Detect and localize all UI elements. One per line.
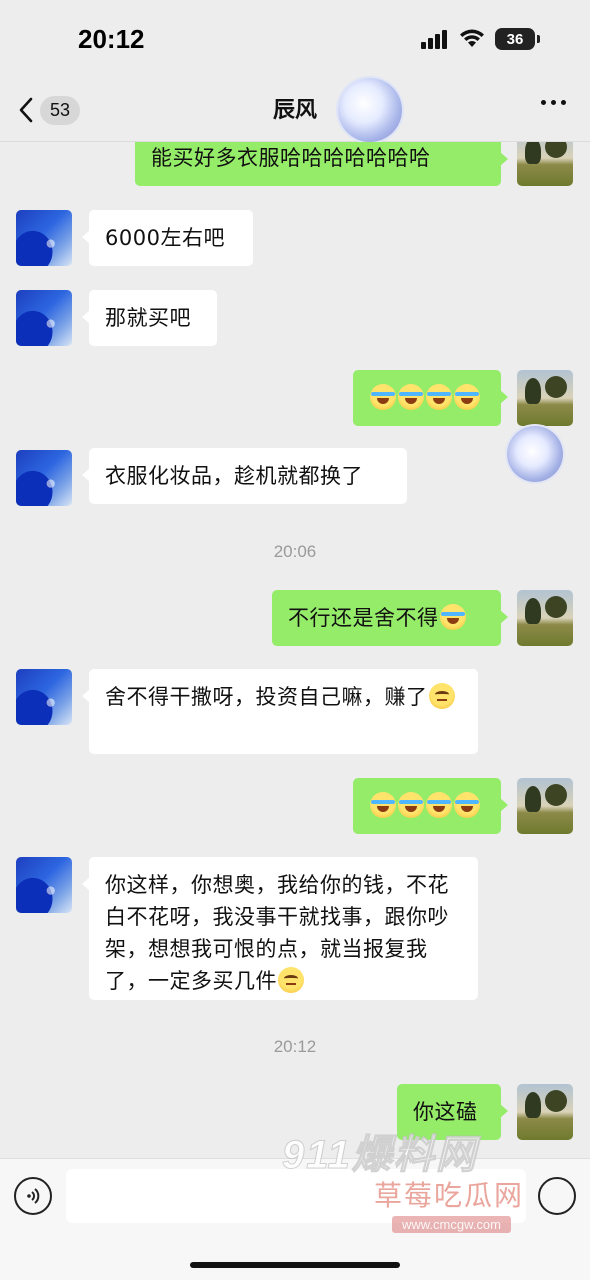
message-text: 那就买吧 bbox=[105, 306, 191, 330]
chat-title: 辰风 bbox=[272, 98, 317, 123]
crying-laughing-emoji-icon bbox=[426, 792, 452, 818]
my-avatar[interactable] bbox=[517, 1084, 573, 1140]
contact-avatar[interactable] bbox=[16, 210, 72, 266]
more-options-button[interactable] bbox=[541, 100, 566, 105]
more-dot bbox=[551, 100, 556, 105]
message-bubble-incoming[interactable]: 6000左右吧 bbox=[82, 210, 253, 266]
status-bar: 20:12 36 bbox=[0, 0, 590, 80]
wifi-icon bbox=[460, 29, 484, 47]
floating-sticker-avatar bbox=[338, 78, 402, 142]
crying-laughing-emoji-icon bbox=[370, 384, 396, 410]
contact-avatar[interactable] bbox=[16, 857, 72, 913]
crying-laughing-emoji-icon bbox=[426, 384, 452, 410]
voice-icon bbox=[27, 1188, 40, 1204]
message-timestamp: 20:06 bbox=[273, 542, 317, 561]
emoji-button[interactable] bbox=[538, 1177, 576, 1215]
crying-laughing-emoji-icon bbox=[398, 384, 424, 410]
message-bubble-outgoing[interactable]: 你这磕 bbox=[397, 1084, 508, 1140]
message-text: 舍不得干撒呀，投资自己嘛，赚了 bbox=[105, 685, 428, 709]
signal-icon bbox=[421, 30, 447, 49]
crying-laughing-emoji-icon bbox=[439, 604, 466, 630]
message-bubble-incoming[interactable]: 舍不得干撒呀，投资自己嘛，赚了 bbox=[82, 669, 478, 754]
my-avatar[interactable] bbox=[517, 590, 573, 646]
message-bubble-outgoing[interactable] bbox=[353, 778, 508, 834]
message-text: 6000左右吧 bbox=[105, 226, 225, 250]
message-text: 你这磕 bbox=[413, 1100, 478, 1124]
message-text: 能买好多衣服哈哈哈哈哈哈哈 bbox=[151, 146, 431, 170]
more-dot bbox=[541, 100, 546, 105]
message-bubble-outgoing[interactable]: 能买好多衣服哈哈哈哈哈哈哈 bbox=[135, 142, 508, 186]
message-text: 不行还是舍不得 bbox=[288, 606, 439, 630]
home-indicator[interactable] bbox=[190, 1262, 400, 1268]
crying-laughing-emoji-icon bbox=[398, 792, 424, 818]
thinking-emoji-icon bbox=[428, 683, 455, 709]
contact-avatar[interactable] bbox=[16, 669, 72, 725]
my-avatar[interactable] bbox=[517, 142, 573, 186]
battery-tip bbox=[537, 35, 540, 43]
crying-laughing-emoji-icon bbox=[370, 792, 396, 818]
status-time: 20:12 bbox=[78, 24, 145, 54]
my-avatar[interactable] bbox=[517, 778, 573, 834]
message-timestamp: 20:12 bbox=[273, 1037, 317, 1056]
message-bubble-outgoing[interactable] bbox=[353, 370, 508, 426]
more-dot bbox=[561, 100, 566, 105]
message-bubble-incoming[interactable]: 那就买吧 bbox=[82, 290, 217, 346]
message-bubble-outgoing[interactable]: 不行还是舍不得 bbox=[272, 590, 508, 646]
voice-input-button[interactable] bbox=[14, 1177, 52, 1215]
message-text: 你这样，你想奥，我给你的钱，不花白不花呀，我没事干就找事，跟你吵架，想想我可恨的… bbox=[105, 873, 449, 993]
contact-avatar[interactable] bbox=[16, 450, 72, 506]
message-bubble-incoming[interactable]: 你这样，你想奥，我给你的钱，不花白不花呀，我没事干就找事，跟你吵架，想想我可恨的… bbox=[82, 857, 478, 1000]
contact-avatar[interactable] bbox=[16, 290, 72, 346]
thinking-emoji-icon bbox=[278, 967, 304, 993]
message-text: 衣服化妆品，趁机就都换了 bbox=[105, 464, 363, 488]
chat-messages[interactable]: 能买好多衣服哈哈哈哈哈哈哈 6000左右吧 那就买吧 衣服化妆品，趁机就都换了 … bbox=[0, 142, 590, 1158]
message-input[interactable] bbox=[66, 1169, 526, 1223]
nav-bar: 53 辰风 bbox=[0, 80, 590, 142]
status-icons: 36 bbox=[421, 28, 540, 50]
crying-laughing-emoji-icon bbox=[454, 792, 480, 818]
battery-icon: 36 bbox=[495, 28, 535, 50]
message-bubble-incoming[interactable]: 衣服化妆品，趁机就都换了 bbox=[82, 448, 407, 504]
my-avatar[interactable] bbox=[517, 370, 573, 426]
floating-sticker-avatar bbox=[507, 426, 563, 482]
crying-laughing-emoji-icon bbox=[454, 384, 480, 410]
